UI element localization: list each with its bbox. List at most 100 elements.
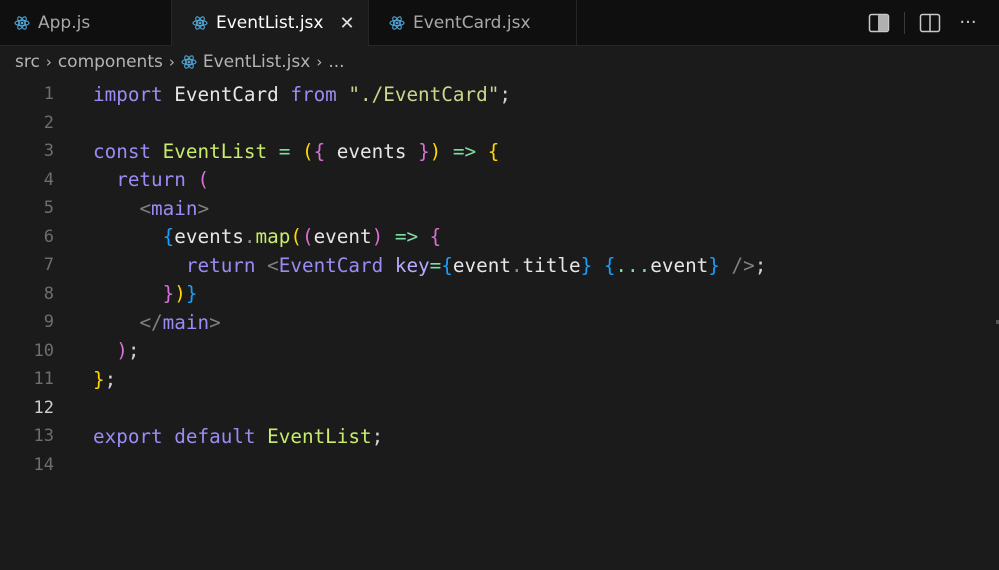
line-number: 3 [43,141,54,162]
code-token: . [243,225,256,249]
chevron-right-icon: › [45,53,52,71]
code-token: key [394,253,430,277]
react-icon [192,15,208,31]
code-token: return [185,253,256,277]
code-line[interactable]: 8 })} [0,280,999,309]
line-code: {events.map((event) => { [93,225,442,249]
tab-label: EventList.jsx [216,13,324,33]
code-token: ; [499,82,511,106]
toggle-secondary-sidebar-icon[interactable] [868,13,890,33]
tab-label: EventCard.jsx [413,12,531,33]
code-line[interactable]: 12 [0,394,999,423]
code-token: = [429,253,442,277]
close-icon[interactable]: ✕ [339,13,354,34]
code-token: ( [301,139,314,163]
code-line[interactable]: 10 ); [0,337,999,366]
line-number: 10 [33,340,54,361]
line-code: return ( [93,168,209,191]
tab-eventlist-jsx[interactable]: EventList.jsx ✕ [172,0,369,46]
divider [904,11,905,34]
breadcrumb-components[interactable]: components [58,52,163,72]
breadcrumb-file[interactable]: EventList.jsx [203,52,310,72]
tab-bar: App.js EventList.jsx ✕ EventCard.jsx ··· [0,0,999,46]
code-token: } [580,253,593,277]
code-line[interactable]: 3 const EventList = ({ events }) => { [0,137,999,166]
code-token: ) [371,225,384,249]
code-token: . [510,253,523,277]
code-token: ( [290,225,302,249]
code-token: EventList [267,424,372,448]
line-number: 4 [43,169,54,190]
code-line[interactable]: 14 [0,451,999,480]
code-line[interactable]: 1 import EventCard from "./EventCard"; [0,80,999,109]
line-number: 13 [33,426,54,447]
code-token: } [708,253,720,277]
code-token: export [93,424,163,448]
code-token: events [325,139,419,163]
line-code: <main> [93,197,209,220]
breadcrumb-symbols[interactable]: ... [328,52,344,72]
line-code: const EventList = ({ events }) => { [93,140,499,163]
line-number: 9 [43,312,54,333]
line-number: 2 [43,112,54,133]
line-number: 5 [43,198,54,219]
code-token: ) [116,339,128,363]
code-token: = [278,139,291,163]
code-token: => [452,139,477,163]
more-actions-icon[interactable]: ··· [957,12,979,33]
code-token: > [209,310,221,334]
code-token: EventList [162,139,268,163]
line-code: })} [93,282,198,306]
code-token: "./EventCard" [348,82,500,106]
code-token: } [418,139,430,163]
line-number: 1 [43,84,54,105]
line-number: 11 [33,369,54,390]
breadcrumb: src › components › EventList.jsx › ... [15,52,345,72]
code-line[interactable]: 7 return <EventCard key={event.title} {.… [0,251,999,280]
code-line[interactable]: 6 {events.map((event) => { [0,223,999,252]
code-token: { [487,139,500,163]
code-editor[interactable]: 1 import EventCard from "./EventCard"; 2 3 c… [0,80,999,479]
code-token: } [185,282,198,306]
code-line[interactable]: 11}; [0,365,999,394]
code-token: /> [731,253,755,277]
code-token: < [139,196,152,220]
code-line[interactable]: 4 return ( [0,166,999,195]
line-number: 14 [33,454,54,475]
code-token: { [313,139,326,163]
code-token: ( [197,168,210,192]
tab-eventcard-jsx[interactable]: EventCard.jsx [369,0,577,45]
code-line[interactable]: 13 export default EventList; [0,422,999,451]
line-code: </main> [93,310,221,334]
code-line[interactable]: 2 [0,109,999,138]
code-line[interactable]: 9 </main> [0,308,999,337]
code-token: => [394,225,419,249]
code-token: events [174,225,244,249]
code-token: EventCard [174,82,279,106]
code-token: { [441,253,453,277]
split-editor-icon[interactable] [919,13,941,33]
breadcrumb-src[interactable]: src [15,52,40,72]
code-token: const [93,139,152,163]
code-line[interactable]: 5 <main> [0,194,999,223]
tab-app-js[interactable]: App.js [0,0,172,45]
line-code: }; [93,368,116,391]
react-icon [14,14,30,31]
code-token: < [267,253,279,277]
code-token: ) [429,139,442,163]
code-token: ( [301,225,314,249]
react-icon [181,54,197,70]
